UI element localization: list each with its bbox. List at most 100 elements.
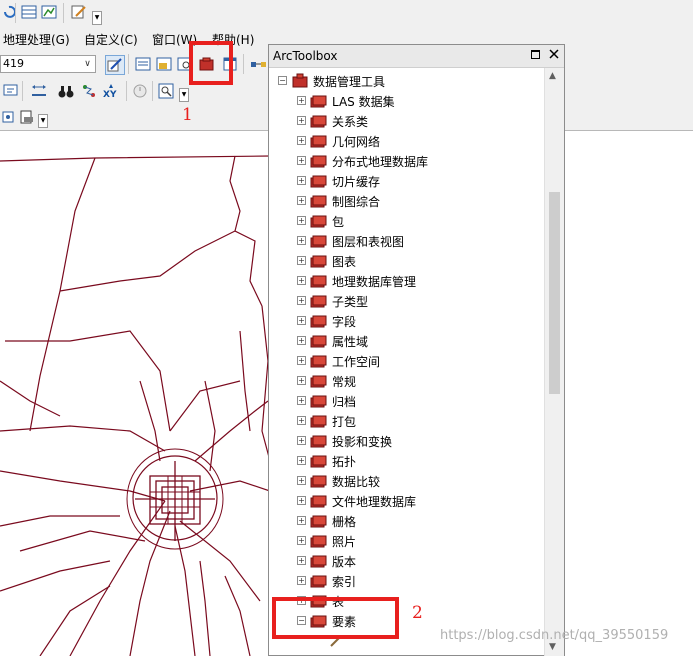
expand-icon[interactable]: + (297, 216, 306, 225)
tree-item-toolset[interactable]: + 打包 (269, 411, 539, 431)
find-route-icon[interactable] (80, 82, 98, 100)
expand-icon[interactable]: + (297, 516, 306, 525)
editor-icon[interactable] (105, 55, 125, 75)
tree-item-toolset[interactable]: + 几何网络 (269, 131, 539, 151)
arctoolbox-window[interactable]: ArcToolbox − 数据管理工具 + LAS 数据集 + 关系类 + 几何网络 + 分布… (268, 44, 565, 656)
tree-item-toolset[interactable]: + 图层和表视图 (269, 231, 539, 251)
tree-item-toolset[interactable]: + 图表 (269, 251, 539, 271)
tree-item-label: 图表 (332, 255, 357, 269)
magnifier-icon[interactable] (157, 82, 175, 100)
expand-icon[interactable]: + (297, 196, 306, 205)
tree-item-toolset[interactable]: + 工作空间 (269, 351, 539, 371)
menu-geoprocessing[interactable]: 地理处理(G) (3, 31, 70, 48)
menu-customize[interactable]: 自定义(C) (84, 31, 138, 48)
close-icon[interactable] (549, 48, 559, 62)
measure-icon[interactable] (30, 82, 48, 100)
table-of-contents-icon[interactable] (134, 55, 152, 73)
toolset-icon (309, 533, 329, 549)
expand-icon[interactable]: + (297, 296, 306, 305)
expand-icon[interactable]: + (297, 496, 306, 505)
chevron-down-icon[interactable]: ∨ (80, 56, 95, 72)
expand-icon[interactable]: + (297, 356, 306, 365)
tree-item-label: 拓扑 (332, 455, 357, 469)
layer-tool-icon[interactable] (0, 108, 18, 126)
find-binoculars-icon[interactable] (57, 82, 75, 100)
tree-item-toolset[interactable]: + 属性域 (269, 331, 539, 351)
tree-item-toolset[interactable]: + 制图综合 (269, 191, 539, 211)
expand-icon[interactable]: + (297, 136, 306, 145)
tree-item-toolset[interactable]: + 切片缓存 (269, 171, 539, 191)
expand-icon[interactable]: + (297, 156, 306, 165)
tree-item-toolset[interactable]: + 地理数据库管理 (269, 271, 539, 291)
vertical-scrollbar[interactable]: ▲ ▼ (544, 68, 564, 656)
expand-icon[interactable]: + (297, 436, 306, 445)
arctoolbox-title-bar[interactable]: ArcToolbox (269, 45, 564, 68)
tree-item-toolset[interactable]: + 常规 (269, 371, 539, 391)
svg-text:XY: XY (103, 90, 117, 99)
tree-item-toolset[interactable]: + 投影和变换 (269, 431, 539, 451)
expand-icon[interactable]: + (297, 336, 306, 345)
toolbar-overflow-grip[interactable]: ▼ (92, 11, 102, 25)
expand-icon[interactable]: + (297, 376, 306, 385)
tree-item-toolset[interactable]: + 栅格 (269, 511, 539, 531)
toolbar-overflow-grip[interactable]: ▼ (179, 88, 189, 102)
expand-icon[interactable]: + (297, 476, 306, 485)
expand-icon[interactable]: + (297, 236, 306, 245)
tree-item-root[interactable]: − 数据管理工具 (269, 71, 539, 91)
toolset-icon (309, 333, 329, 349)
toolbar-overflow-grip[interactable]: ▼ (38, 114, 48, 128)
toolset-icon (309, 493, 329, 509)
tree-item-toolset[interactable]: + 关系类 (269, 111, 539, 131)
tree-item-toolset[interactable]: + 归档 (269, 391, 539, 411)
expand-icon[interactable]: + (297, 576, 306, 585)
expand-icon[interactable]: + (297, 536, 306, 545)
tree-item-toolset[interactable]: + 照片 (269, 531, 539, 551)
expand-icon[interactable]: + (297, 396, 306, 405)
graph-icon[interactable] (40, 3, 58, 21)
toolset-icon (309, 413, 329, 429)
scroll-down-icon[interactable]: ▼ (549, 642, 556, 652)
tree-item-toolset[interactable]: + 索引 (269, 571, 539, 591)
go-to-xy-icon[interactable]: XY (102, 82, 120, 100)
toolset-icon (309, 173, 329, 189)
expand-icon[interactable]: + (297, 556, 306, 565)
table-icon[interactable] (20, 3, 38, 21)
map-scale-input[interactable]: 419 ∨ (0, 55, 96, 73)
tree-item-toolset[interactable]: + LAS 数据集 (269, 91, 539, 111)
expand-icon[interactable]: + (297, 96, 306, 105)
tree-item-toolset[interactable]: + 包 (269, 211, 539, 231)
tree-item-toolset[interactable]: + 分布式地理数据库 (269, 151, 539, 171)
tree-item-toolset[interactable]: + 文件地理数据库 (269, 491, 539, 511)
tree-item-toolset[interactable]: + 子类型 (269, 291, 539, 311)
expand-icon[interactable]: + (297, 456, 306, 465)
expand-icon[interactable]: + (297, 116, 306, 125)
catalog-icon[interactable] (155, 55, 173, 73)
toolset-icon (309, 213, 329, 229)
expand-icon[interactable]: + (297, 416, 306, 425)
maximize-icon[interactable] (531, 48, 541, 62)
time-slider-icon[interactable] (131, 82, 149, 100)
tree-item-toolset[interactable]: + 版本 (269, 551, 539, 571)
tree-item-toolset[interactable]: + 数据比较 (269, 471, 539, 491)
tree-item-label: 包 (332, 215, 345, 229)
toolset-icon (309, 433, 329, 449)
identify-icon[interactable] (2, 82, 20, 100)
map-view[interactable] (0, 131, 271, 657)
separator (128, 54, 129, 74)
tree-item-toolset[interactable]: + 字段 (269, 311, 539, 331)
expand-icon[interactable]: + (297, 276, 306, 285)
tree-item-label: 索引 (332, 575, 357, 589)
scrollbar-thumb[interactable] (549, 192, 560, 394)
model-builder-icon[interactable] (249, 55, 267, 73)
tree-item-toolset[interactable]: + 拓扑 (269, 451, 539, 471)
separator (15, 3, 16, 23)
expand-icon[interactable]: + (297, 316, 306, 325)
tree-item-label: 数据比较 (332, 475, 381, 489)
toolset-icon (309, 553, 329, 569)
collapse-icon[interactable]: − (278, 76, 287, 85)
scroll-up-icon[interactable]: ▲ (549, 71, 556, 81)
print-layout-icon[interactable] (18, 108, 36, 126)
edit-icon[interactable] (70, 3, 88, 21)
expand-icon[interactable]: + (297, 176, 306, 185)
expand-icon[interactable]: + (297, 256, 306, 265)
